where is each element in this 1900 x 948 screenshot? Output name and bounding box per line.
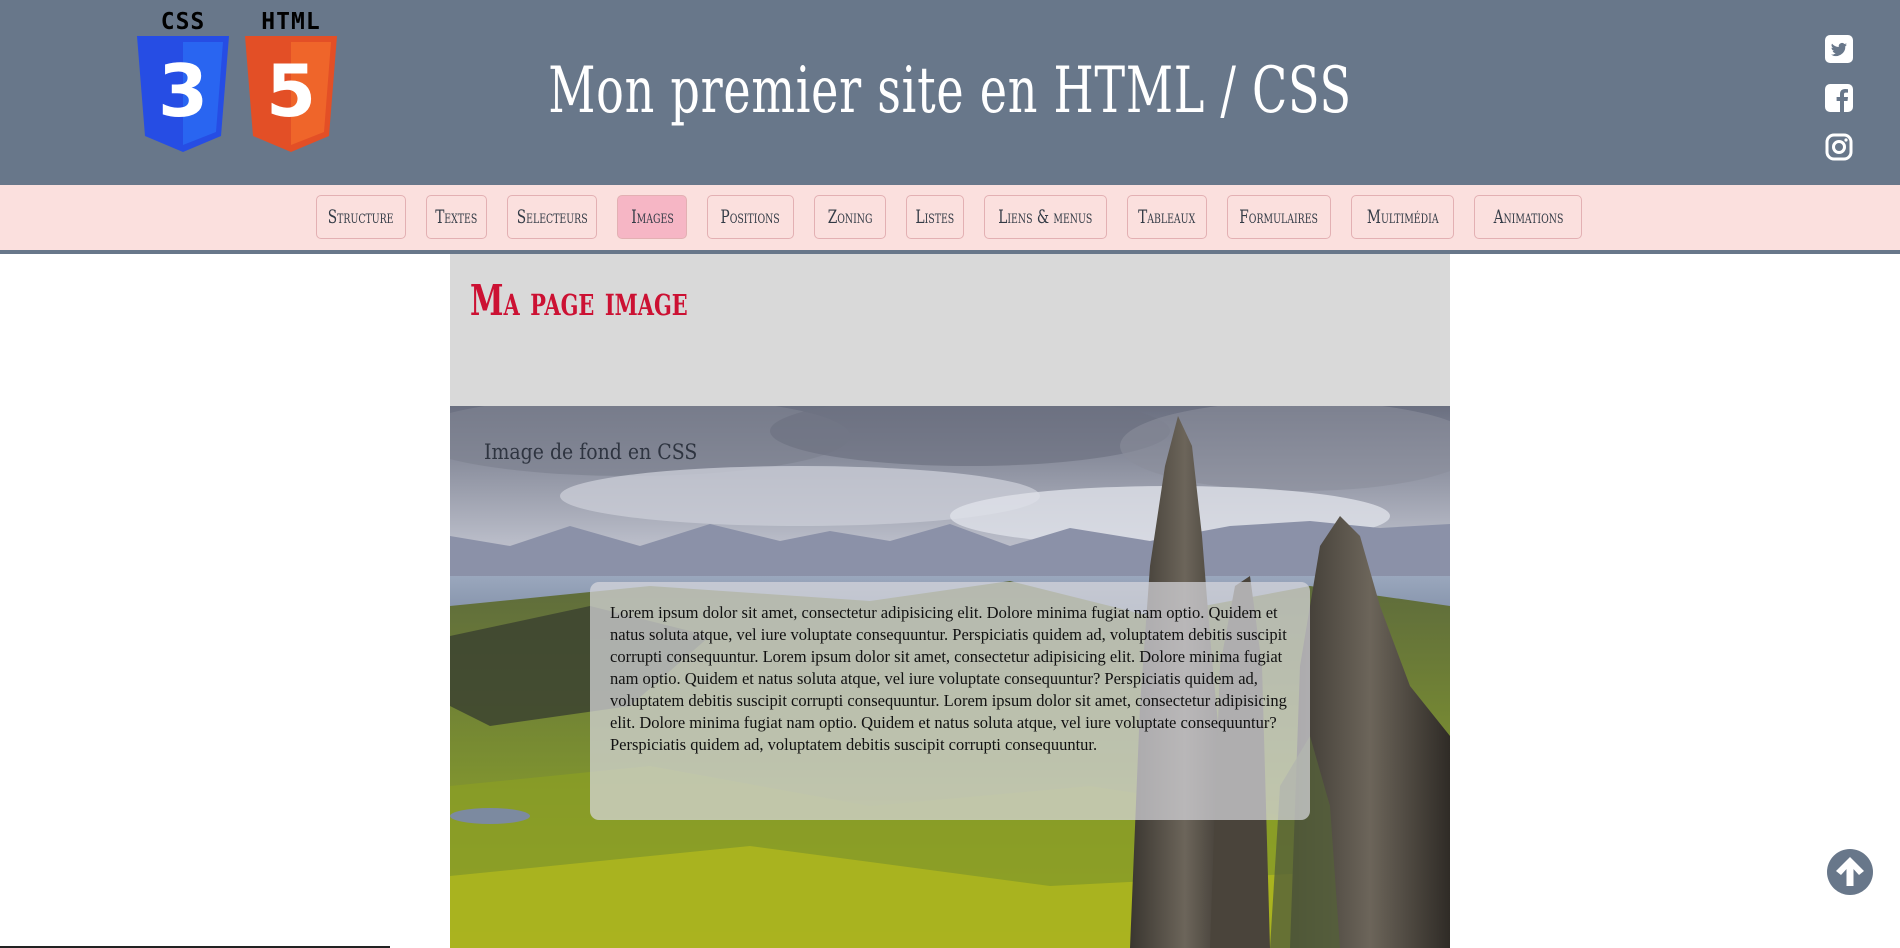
css3-logo: CSS 3 (135, 9, 231, 152)
nav-item-formulaires[interactable]: Formulaires (1227, 195, 1331, 239)
nav-item-animations[interactable]: Animations (1474, 195, 1582, 239)
nav-item-listes[interactable]: Listes (906, 195, 964, 239)
twitter-icon[interactable] (1825, 35, 1853, 63)
nav-item-structure[interactable]: Structure (316, 195, 406, 239)
css3-shield-icon: 3 (137, 36, 229, 152)
nav-item-images[interactable]: Images (617, 195, 687, 239)
lorem-text-box: Lorem ipsum dolor sit amet, consectetur … (590, 582, 1310, 820)
nav-item-tableaux[interactable]: Tableaux (1127, 195, 1207, 239)
css3-digit: 3 (158, 49, 208, 133)
nav-item-zoning[interactable]: Zoning (814, 195, 886, 239)
nav-item-selecteurs[interactable]: Selecteurs (507, 195, 597, 239)
site-title: Mon premier site en HTML / CSS (548, 54, 1352, 128)
html-logo-label: HTML (261, 9, 321, 35)
facebook-icon[interactable] (1825, 84, 1853, 112)
nav-item-multimedia[interactable]: Multimédia (1351, 195, 1454, 239)
nav-item-liens-menus[interactable]: Liens & menus (984, 195, 1107, 239)
site-header: CSS 3 HTML 5 Mon premier site en HTML / … (0, 0, 1900, 185)
css-logo-label: CSS (160, 9, 206, 35)
instagram-icon[interactable] (1825, 133, 1853, 161)
page-title: Ma page image (470, 276, 688, 325)
main-content: Ma page image Image de fond en CSS Lorem… (450, 254, 1450, 948)
nav-item-textes[interactable]: Textes (426, 195, 487, 239)
background-caption: Image de fond en CSS (484, 440, 698, 464)
background-image-section: Image de fond en CSS Lorem ipsum dolor s… (450, 406, 1450, 948)
main-nav: Structure Textes Selecteurs Images Posit… (0, 185, 1900, 254)
nav-item-positions[interactable]: Positions (707, 195, 794, 239)
arrow-circle-up-icon[interactable] (1826, 848, 1874, 896)
